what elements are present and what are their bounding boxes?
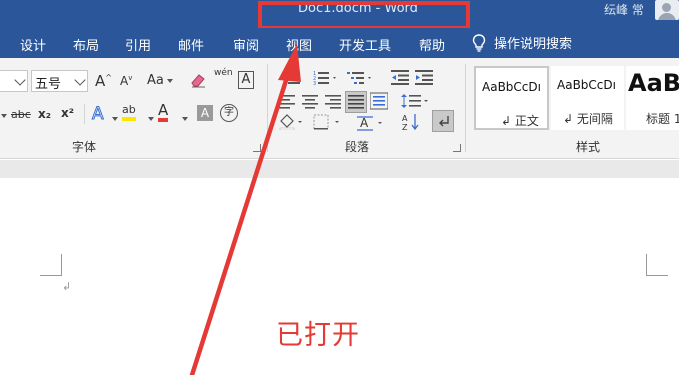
- red-arrow-icon: [189, 44, 301, 375]
- word-window: Doc1.docm - Word 纭峰 常 设计 布局 引用 邮件 审阅 视图 …: [0, 0, 679, 375]
